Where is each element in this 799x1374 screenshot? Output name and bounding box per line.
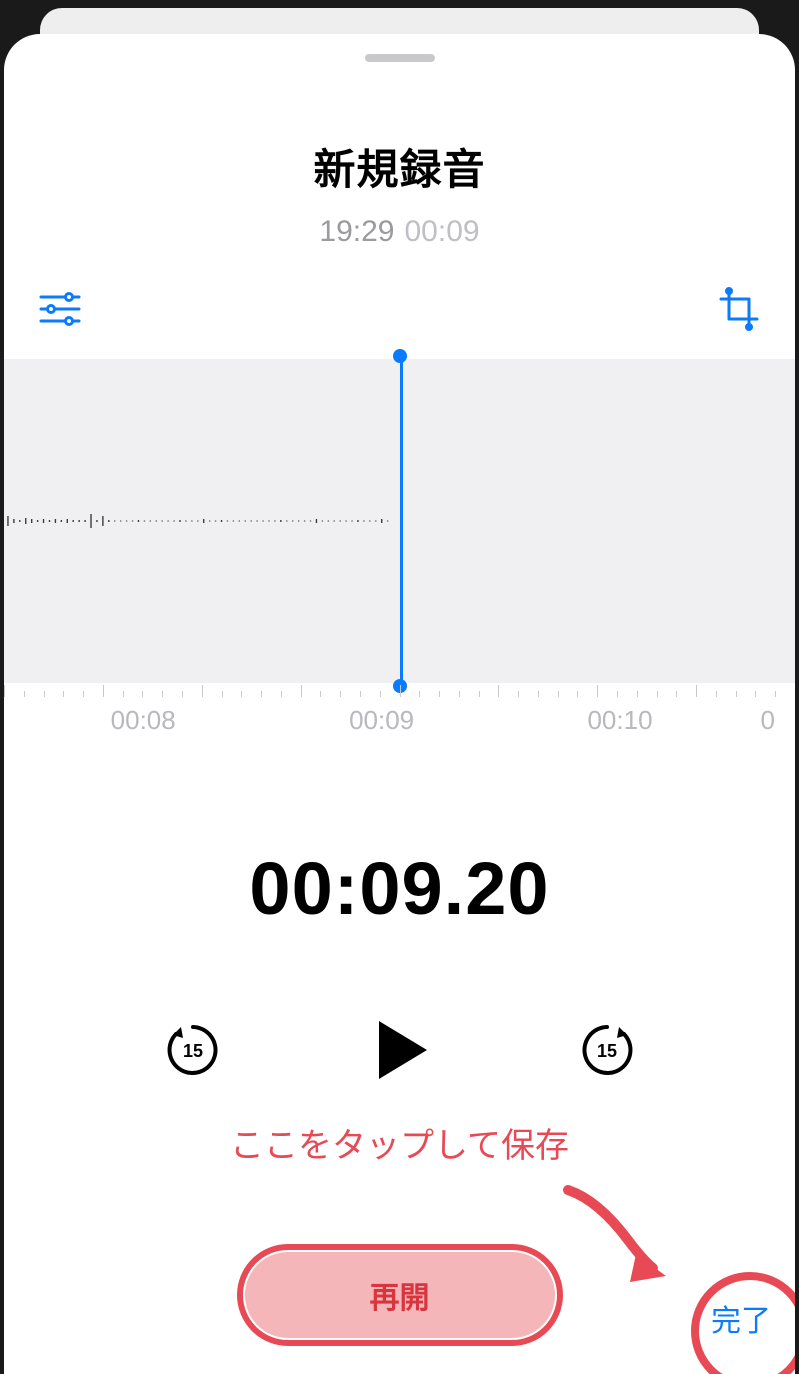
recording-duration: 00:09 — [405, 215, 480, 248]
done-label: 完了 — [711, 1305, 771, 1338]
recording-subline: 19:29 00:09 — [4, 215, 795, 249]
timeline-label: 0 — [739, 705, 775, 736]
playhead-handle-top[interactable] — [393, 349, 407, 363]
playhead-line[interactable] — [400, 351, 403, 691]
recording-time: 19:29 — [319, 215, 394, 248]
current-time-display: 00:09.20 — [4, 846, 795, 931]
waveform-trace — [4, 506, 400, 536]
timeline-label: 00:09 — [262, 705, 500, 736]
recording-title[interactable]: 新規録音 — [4, 136, 795, 197]
crop-trim-icon[interactable] — [717, 287, 761, 331]
resume-button-highlight: 再開 — [245, 1252, 555, 1338]
recording-sheet: 新規録音 19:29 00:09 — [4, 34, 795, 1374]
svg-text:15: 15 — [182, 1041, 202, 1061]
timeline-labels: 00:08 00:09 00:10 0 — [4, 705, 795, 736]
annotation-text: ここをタップして保存 — [230, 1118, 569, 1167]
done-button[interactable]: 完了 — [711, 1296, 771, 1340]
skip-back-15-button[interactable]: 15 — [164, 1021, 222, 1079]
time-ruler — [4, 683, 795, 697]
skip-forward-15-button[interactable]: 15 — [578, 1021, 636, 1079]
play-button[interactable] — [361, 1011, 439, 1089]
settings-sliders-icon[interactable] — [38, 287, 82, 331]
sheet-grabber[interactable] — [365, 54, 435, 62]
annotation-arrow-icon — [558, 1180, 688, 1290]
svg-text:15: 15 — [596, 1041, 616, 1061]
annotation-ring-icon — [237, 1244, 563, 1346]
waveform-area[interactable] — [4, 351, 795, 691]
timeline-label: 00:10 — [501, 705, 739, 736]
timeline-label: 00:08 — [24, 705, 262, 736]
